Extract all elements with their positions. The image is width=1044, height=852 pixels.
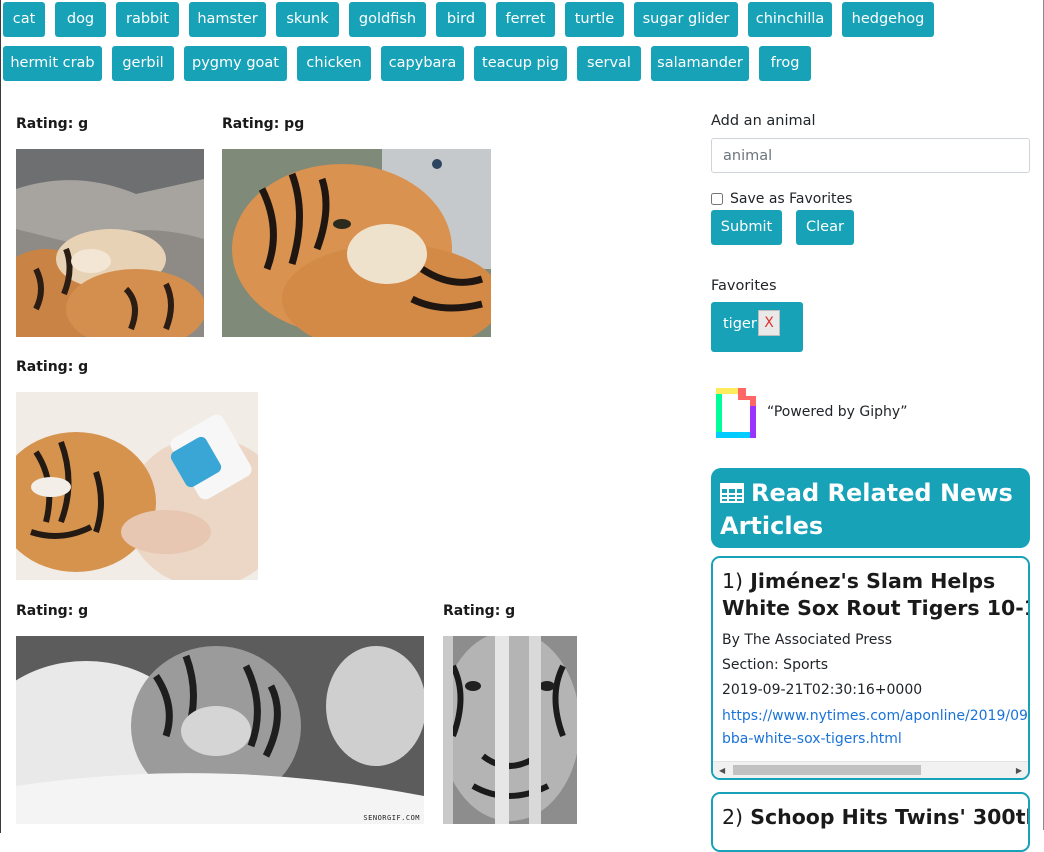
- window-left-border: [0, 0, 1, 833]
- scroll-thumb[interactable]: [733, 765, 921, 775]
- save-favorites-label: Save as Favorites: [730, 191, 853, 207]
- article-title-line-2: White Sox Rout Tigers 10-1: [722, 596, 1030, 620]
- article-link[interactable]: https://www.nytimes.com/aponline/2019/09…: [722, 705, 1028, 728]
- favorites-heading: Favorites: [711, 278, 777, 294]
- article-link-line-2[interactable]: bba-white-sox-tigers.html: [722, 728, 1028, 751]
- animal-button-teacup-pig[interactable]: teacup pig: [474, 46, 567, 81]
- animal-input[interactable]: [711, 138, 1030, 173]
- news-article-2: 2) Schoop Hits Twins' 300th: [711, 792, 1030, 852]
- animal-button-salamander[interactable]: salamander: [651, 46, 749, 81]
- animal-button-dog[interactable]: dog: [55, 2, 106, 37]
- favorite-label: tiger: [723, 316, 757, 332]
- article-title: 2) Schoop Hits Twins' 300th: [722, 805, 1030, 829]
- tiger-cub-sleeping-image[interactable]: SENORGIF.COM: [16, 636, 424, 824]
- powered-by-giphy: “Powered by Giphy”: [767, 404, 908, 420]
- gif-rating: Rating: g: [16, 359, 89, 375]
- animal-button-frog[interactable]: frog: [759, 46, 811, 81]
- animal-button-ferret[interactable]: ferret: [496, 2, 555, 37]
- animal-button-pygmy-goat[interactable]: pygmy goat: [184, 46, 287, 81]
- animal-button-turtle[interactable]: turtle: [565, 2, 624, 37]
- news-header-text: Read Related News Articles: [720, 479, 1013, 540]
- gif-rating: Rating: g: [16, 603, 89, 619]
- add-animal-label: Add an animal: [711, 113, 816, 129]
- clear-button[interactable]: Clear: [796, 210, 854, 245]
- animal-button-capybara[interactable]: capybara: [381, 46, 464, 81]
- save-favorites-checkbox-row[interactable]: Save as Favorites: [711, 191, 852, 207]
- gif-rating: Rating: pg: [222, 116, 305, 132]
- save-favorites-checkbox[interactable]: [711, 193, 723, 205]
- giphy-logo-icon: [714, 386, 758, 442]
- animal-button-hedgehog[interactable]: hedgehog: [842, 2, 934, 37]
- animal-button-chicken[interactable]: chicken: [297, 46, 371, 81]
- animal-button-goldfish[interactable]: goldfish: [349, 2, 426, 37]
- article-byline: By The Associated Press: [722, 632, 893, 648]
- gif-watermark: SENORGIF.COM: [363, 814, 420, 822]
- remove-favorite-button[interactable]: X: [758, 310, 780, 336]
- tiger-behind-bars-image[interactable]: [443, 636, 577, 824]
- tiger-paws-image[interactable]: [16, 149, 204, 337]
- article-horizontal-scrollbar[interactable]: ◀ ▶: [713, 761, 1028, 778]
- animal-button-hamster[interactable]: hamster: [189, 2, 266, 37]
- animal-button-bird[interactable]: bird: [436, 2, 486, 37]
- tiger-cub-bottle-image[interactable]: [16, 392, 258, 580]
- animal-button-skunk[interactable]: skunk: [276, 2, 339, 37]
- animal-button-gerbil[interactable]: gerbil: [112, 46, 174, 81]
- news-article-1: 1) Jiménez's Slam Helps White Sox Rout T…: [711, 556, 1030, 780]
- animal-button-rabbit[interactable]: rabbit: [116, 2, 179, 37]
- scroll-right-arrow-icon[interactable]: ▶: [1016, 766, 1022, 775]
- gif-rating: Rating: g: [16, 116, 89, 132]
- gif-rating: Rating: g: [443, 603, 516, 619]
- animal-button-sugar-glider[interactable]: sugar glider: [634, 2, 738, 37]
- animal-button-cat[interactable]: cat: [3, 2, 45, 37]
- submit-button[interactable]: Submit: [711, 210, 782, 245]
- tiger-face-image[interactable]: [222, 149, 491, 337]
- article-title: 1) Jiménez's Slam Helps: [722, 569, 996, 593]
- article-section: Section: Sports: [722, 657, 829, 673]
- scroll-left-arrow-icon[interactable]: ◀: [719, 766, 725, 775]
- table-icon: [720, 480, 744, 511]
- animal-button-chinchilla[interactable]: chinchilla: [748, 2, 832, 37]
- news-header: Read Related News Articles: [711, 468, 1030, 548]
- animal-button-serval[interactable]: serval: [577, 46, 641, 81]
- favorite-item-tiger[interactable]: tiger X: [711, 302, 803, 352]
- animal-button-hermit-crab[interactable]: hermit crab: [3, 46, 102, 81]
- article-date: 2019-09-21T02:30:16+0000: [722, 682, 923, 698]
